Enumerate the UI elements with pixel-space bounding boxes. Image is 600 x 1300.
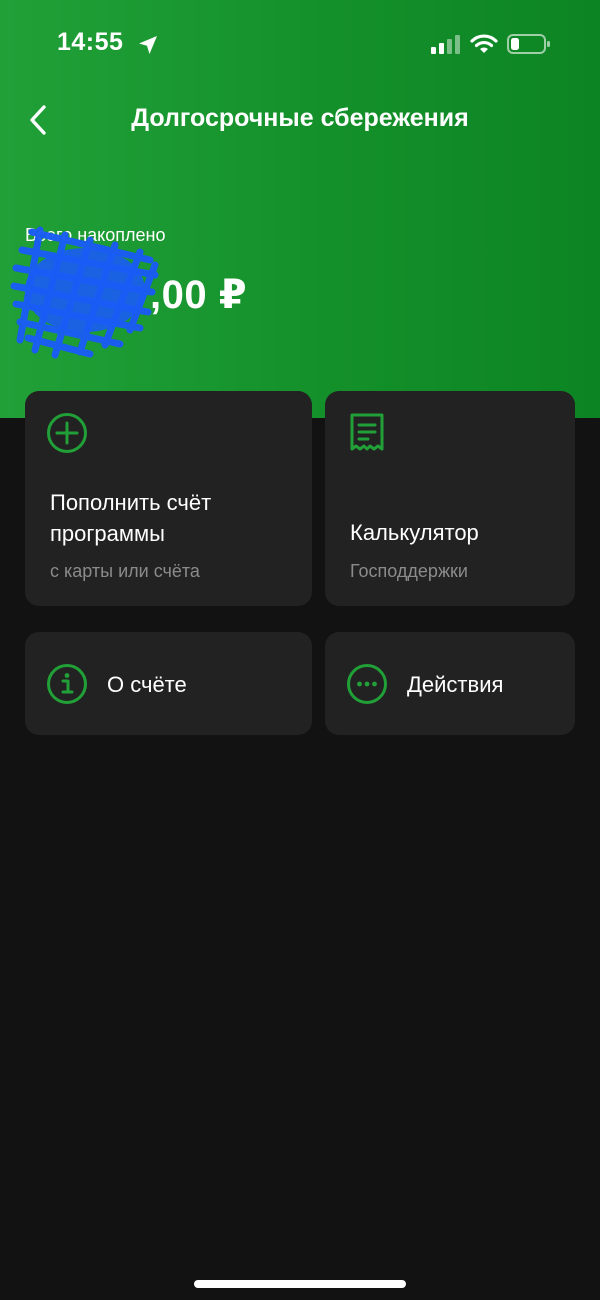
more-dots-circle-icon — [347, 664, 387, 704]
calculator-card[interactable]: Калькулятор Господдержки — [325, 391, 575, 606]
topup-subtitle: с карты или счёта — [50, 561, 200, 581]
battery-icon — [507, 34, 550, 54]
wifi-icon — [470, 34, 498, 53]
cellular-signal-icon — [431, 35, 460, 54]
calculator-subtitle: Господдержки — [350, 561, 468, 581]
page-title: Долгосрочные сбережения — [131, 104, 469, 132]
home-indicator[interactable] — [194, 1280, 406, 1288]
actions-card[interactable]: Действия — [325, 632, 575, 735]
topup-card[interactable]: Пополнить счёт программы с карты или счё… — [25, 391, 312, 606]
location-arrow-icon — [139, 36, 157, 54]
topup-title: Пополнить счёт программы — [50, 487, 211, 549]
topup-title-line1: Пополнить счёт — [50, 490, 212, 515]
about-account-card[interactable]: О счёте — [25, 632, 312, 735]
plus-circle-icon — [47, 413, 87, 453]
calculator-title: Калькулятор — [350, 520, 479, 545]
balance-amount: ,00 ₽ — [150, 273, 248, 317]
info-circle-icon — [47, 664, 87, 704]
actions-title: Действия — [407, 672, 504, 697]
redaction-scribble — [10, 226, 159, 359]
receipt-icon — [350, 413, 384, 451]
status-time: 14:55 — [57, 28, 124, 56]
topup-title-line2: программы — [50, 521, 165, 546]
about-account-title: О счёте — [107, 672, 187, 697]
